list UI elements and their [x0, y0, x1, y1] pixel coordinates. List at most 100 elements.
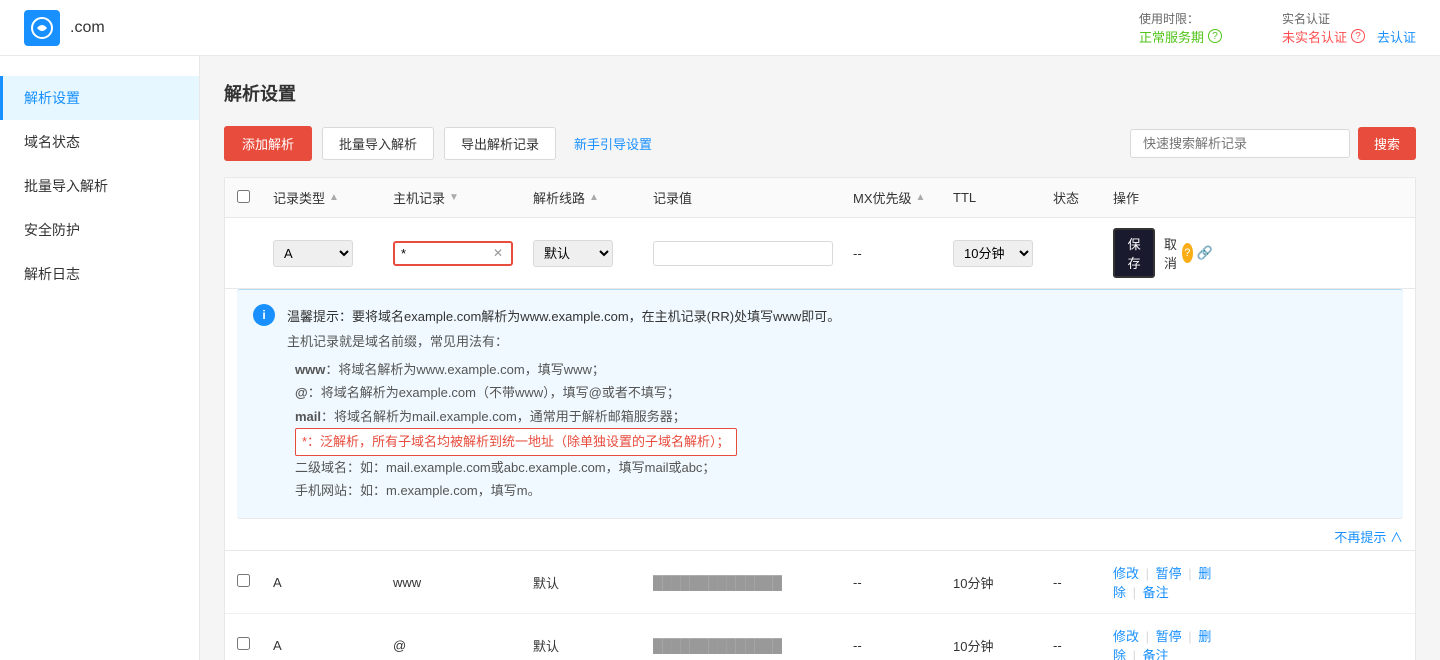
col-status: 状态: [1053, 188, 1113, 207]
row2-actions: 修改 | 暂停 | 删除 | 备注: [1113, 626, 1213, 660]
add-row-mx: --: [853, 246, 953, 261]
col-type: 记录类型 ▲: [273, 188, 393, 207]
cancel-button[interactable]: 取消: [1163, 234, 1177, 272]
top-header: .com 使用时限： 正常服务期 ? 实名认证 未实名认证 ? 去认证: [0, 0, 1440, 56]
table-row: A www 默认 ██████████████ -- 10分钟 -- 修改 | …: [225, 551, 1415, 614]
type-select[interactable]: A AAAA CNAME MX TXT: [273, 240, 353, 267]
hint-entry-www: www：将域名解析为www.example.com，填写www；: [295, 358, 1383, 381]
row1-status: --: [1053, 575, 1113, 590]
add-row-ttl: 10分钟 30分钟 1小时 12小时 24小时: [953, 240, 1053, 267]
col-line: 解析线路 ▲: [533, 188, 653, 207]
row2-select[interactable]: [237, 637, 250, 650]
row1-checkbox: [237, 574, 273, 590]
service-value: 正常服务期 ?: [1139, 27, 1222, 46]
service-label: 使用时限：: [1139, 10, 1199, 27]
row2-checkbox: [237, 637, 273, 653]
add-row-actions: 保存 取消 ? 🔗: [1113, 228, 1213, 278]
hint-footer: 不再提示 ∧: [225, 519, 1415, 550]
col-action: 操作: [1113, 188, 1213, 207]
export-button[interactable]: 导出解析记录: [444, 127, 556, 160]
sort-type-icon: ▲: [329, 192, 339, 203]
logo-text: .com: [70, 19, 105, 37]
search-button[interactable]: 搜索: [1358, 127, 1416, 160]
auth-info: 实名认证 未实名认证 ? 去认证: [1282, 10, 1416, 46]
row2-host: @: [393, 638, 533, 653]
batch-import-button[interactable]: 批量导入解析: [322, 127, 434, 160]
sidebar-item-batch-import[interactable]: 批量导入解析: [0, 164, 199, 208]
host-record-input[interactable]: [401, 246, 491, 261]
sort-host-icon: ▼: [449, 192, 459, 203]
add-row-line: 默认 联通 移动 电信: [533, 240, 653, 267]
table-row: A @ 默认 ██████████████ -- 10分钟 -- 修改 | 暂停…: [225, 614, 1415, 660]
guide-button[interactable]: 新手引导设置: [566, 128, 660, 159]
search-area: 搜索: [1130, 127, 1416, 160]
sidebar-item-domain-status[interactable]: 域名状态: [0, 120, 199, 164]
row1-line: 默认: [533, 573, 653, 592]
row2-ttl: 10分钟: [953, 636, 1053, 655]
row1-host: www: [393, 575, 533, 590]
hint-entries: www：将域名解析为www.example.com，填写www； @：将域名解析…: [287, 358, 1383, 502]
add-row-value: [653, 241, 853, 266]
header-checkbox: [237, 190, 273, 206]
host-input-wrap: ✕: [393, 241, 513, 266]
record-value-input[interactable]: [653, 241, 833, 266]
row1-ttl: 10分钟: [953, 573, 1053, 592]
header-right: 使用时限： 正常服务期 ? 实名认证 未实名认证 ? 去认证: [1139, 10, 1416, 46]
hint-box: i 温馨提示：要将域名example.com解析为www.example.com…: [237, 289, 1403, 519]
hint-entry-mobile: 手机网站：如：m.example.com，填写m。: [295, 479, 1383, 502]
hint-entry-mail: mail：将域名解析为mail.example.com，通常用于解析邮箱服务器；: [295, 405, 1383, 428]
sidebar-item-parse-log[interactable]: 解析日志: [0, 252, 199, 296]
sort-line-icon: ▲: [589, 192, 599, 203]
service-info-icon[interactable]: ?: [1208, 29, 1222, 43]
sidebar-item-parse-settings[interactable]: 解析设置: [0, 76, 199, 120]
auth-label: 实名认证: [1282, 10, 1330, 27]
add-row-type: A AAAA CNAME MX TXT: [273, 240, 393, 267]
no-remind-button[interactable]: 不再提示 ∧: [1334, 530, 1403, 545]
ttl-select[interactable]: 10分钟 30分钟 1小时 12小时 24小时: [953, 240, 1033, 267]
auth-info-icon[interactable]: ?: [1351, 29, 1365, 43]
row1-pause[interactable]: 暂停: [1156, 566, 1182, 581]
save-button[interactable]: 保存: [1113, 228, 1155, 278]
row1-note[interactable]: 备注: [1143, 585, 1169, 600]
row1-edit[interactable]: 修改: [1113, 566, 1139, 581]
row2-status: --: [1053, 638, 1113, 653]
row2-type: A: [273, 638, 393, 653]
row2-edit[interactable]: 修改: [1113, 629, 1139, 644]
add-row-host: ✕: [393, 241, 533, 266]
table-header: 记录类型 ▲ 主机记录 ▼ 解析线路 ▲ 记录值 MX优先级 ▲ TTL 状态: [225, 178, 1415, 218]
row2-note[interactable]: 备注: [1143, 648, 1169, 660]
search-input[interactable]: [1130, 129, 1350, 158]
hint-container: i 温馨提示：要将域名example.com解析为www.example.com…: [225, 289, 1415, 551]
select-all-checkbox[interactable]: [237, 190, 250, 203]
row2-pause[interactable]: 暂停: [1156, 629, 1182, 644]
row1-select[interactable]: [237, 574, 250, 587]
row1-type: A: [273, 575, 393, 590]
auth-value: 未实名认证 ? 去认证: [1282, 27, 1416, 46]
sort-mx-icon: ▲: [916, 192, 926, 203]
main-content: 解析设置 添加解析 批量导入解析 导出解析记录 新手引导设置 搜索 记录类型 ▲: [200, 56, 1440, 660]
table-container: 记录类型 ▲ 主机记录 ▼ 解析线路 ▲ 记录值 MX优先级 ▲ TTL 状态: [224, 177, 1416, 660]
add-parse-button[interactable]: 添加解析: [224, 126, 312, 161]
col-mx: MX优先级 ▲: [853, 188, 953, 207]
line-select[interactable]: 默认 联通 移动 电信: [533, 240, 613, 267]
page-title: 解析设置: [224, 80, 1416, 106]
link-icon: 🔗: [1197, 245, 1213, 261]
row1-value: ██████████████: [653, 575, 853, 590]
service-info: 使用时限： 正常服务期 ?: [1139, 10, 1222, 46]
hint-entry-wildcard: *：泛解析，所有子域名均被解析到统一地址（除单独设置的子域名解析）；: [295, 428, 1383, 455]
toolbar: 添加解析 批量导入解析 导出解析记录 新手引导设置 搜索: [224, 126, 1416, 161]
hint-line2: 主机记录就是域名前缀，常见用法有：: [287, 331, 1383, 350]
layout: 解析设置 域名状态 批量导入解析 安全防护 解析日志 解析设置 添加解析 批量导…: [0, 56, 1440, 660]
sidebar: 解析设置 域名状态 批量导入解析 安全防护 解析日志: [0, 56, 200, 660]
hint-line1: 温馨提示：要将域名example.com解析为www.example.com，在…: [287, 306, 1383, 325]
clear-host-icon[interactable]: ✕: [491, 246, 505, 260]
tip-icon[interactable]: ?: [1182, 243, 1193, 263]
col-host: 主机记录 ▼: [393, 188, 533, 207]
row1-actions: 修改 | 暂停 | 删除 | 备注: [1113, 563, 1213, 601]
sidebar-item-security[interactable]: 安全防护: [0, 208, 199, 252]
auth-link[interactable]: 去认证: [1377, 27, 1416, 46]
row2-line: 默认: [533, 636, 653, 655]
wildcard-highlight: *：泛解析，所有子域名均被解析到统一地址（除单独设置的子域名解析）；: [295, 428, 737, 455]
hint-entry-at: @：将域名解析为example.com（不带www），填写@或者不填写；: [295, 381, 1383, 404]
col-ttl: TTL: [953, 190, 1053, 205]
